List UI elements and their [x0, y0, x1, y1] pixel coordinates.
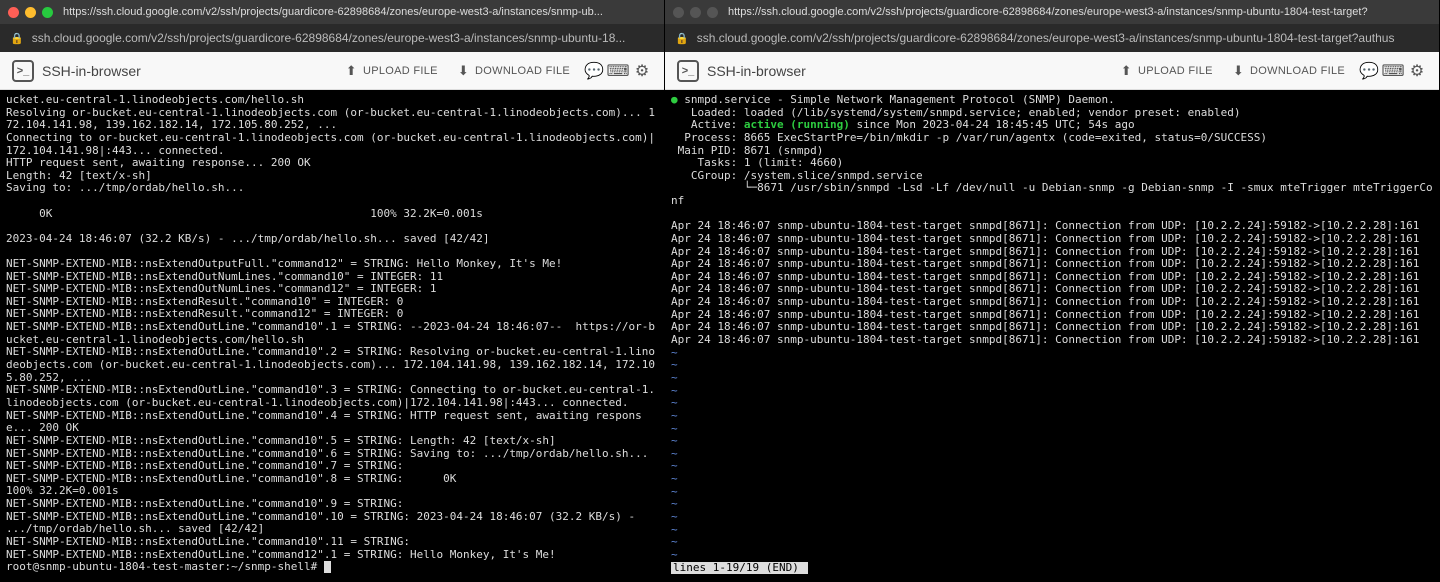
upload-icon: ⬆ [1121, 63, 1132, 79]
address-url: ssh.cloud.google.com/v2/ssh/projects/gua… [697, 31, 1429, 45]
download-icon: ⬇ [1233, 63, 1244, 79]
upload-label: UPLOAD FILE [1138, 65, 1213, 77]
browser-address-bar[interactable]: 🔒 ssh.cloud.google.com/v2/ssh/projects/g… [665, 24, 1439, 52]
upload-file-button[interactable]: ⬆ UPLOAD FILE [336, 59, 448, 83]
terminal-line: Connecting to or-bucket.eu-central-1.lin… [6, 132, 658, 157]
terminal-line: NET-SNMP-EXTEND-MIB::nsExtendOutLine."co… [6, 511, 658, 536]
log-line: Apr 24 18:46:07 snmp-ubuntu-1804-test-ta… [671, 220, 1433, 233]
pager-empty-line: ~ [671, 397, 1433, 410]
terminal-line: NET-SNMP-EXTEND-MIB::nsExtendOutLine."co… [6, 384, 658, 409]
log-line: Apr 24 18:46:07 snmp-ubuntu-1804-test-ta… [671, 296, 1433, 309]
right-window: https://ssh.cloud.google.com/v2/ssh/proj… [665, 0, 1440, 582]
pager-empty-line: ~ [671, 385, 1433, 398]
pager-empty-line: ~ [671, 359, 1433, 372]
terminal-line: NET-SNMP-EXTEND-MIB::nsExtendOutputFull.… [6, 258, 658, 271]
browser-address-bar[interactable]: 🔒 ssh.cloud.google.com/v2/ssh/projects/g… [0, 24, 664, 52]
download-icon: ⬇ [458, 63, 469, 79]
pager-empty-line: ~ [671, 511, 1433, 524]
terminal-left[interactable]: ucket.eu-central-1.linodeobjects.com/hel… [0, 90, 664, 582]
feedback-icon[interactable]: 💬 [1359, 61, 1379, 81]
maximize-window-button[interactable] [42, 7, 53, 18]
terminal-line: HTTP request sent, awaiting response... … [6, 157, 658, 170]
upload-icon: ⬆ [346, 63, 357, 79]
app-title: SSH-in-browser [42, 63, 141, 79]
settings-gear-icon[interactable]: ⚙ [632, 61, 652, 81]
ssh-toolbar: >_ SSH-in-browser ⬆ UPLOAD FILE ⬇ DOWNLO… [665, 52, 1439, 90]
window-title: https://ssh.cloud.google.com/v2/ssh/proj… [63, 6, 656, 18]
process-line: Process: 8665 ExecStartPre=/bin/mkdir -p… [671, 132, 1433, 145]
cgroup-child-line: └─8671 /usr/sbin/snmpd -Lsd -Lf /dev/nul… [671, 182, 1433, 207]
upload-label: UPLOAD FILE [363, 65, 438, 77]
app-title: SSH-in-browser [707, 63, 806, 79]
terminal-line: NET-SNMP-EXTEND-MIB::nsExtendOutLine."co… [6, 536, 658, 549]
traffic-lights [673, 7, 718, 18]
log-line: Apr 24 18:46:07 snmp-ubuntu-1804-test-ta… [671, 258, 1433, 271]
download-file-button[interactable]: ⬇ DOWNLOAD FILE [1223, 59, 1355, 83]
close-window-button[interactable] [673, 7, 684, 18]
upload-file-button[interactable]: ⬆ UPLOAD FILE [1111, 59, 1223, 83]
terminal-line: NET-SNMP-EXTEND-MIB::nsExtendOutLine."co… [6, 498, 658, 511]
left-window: https://ssh.cloud.google.com/v2/ssh/proj… [0, 0, 665, 582]
terminal-line: NET-SNMP-EXTEND-MIB::nsExtendOutLine."co… [6, 435, 658, 448]
terminal-line: 0K 100% 32.2K=0.001s [6, 208, 658, 221]
feedback-icon[interactable]: 💬 [584, 61, 604, 81]
titlebar-left: https://ssh.cloud.google.com/v2/ssh/proj… [0, 0, 664, 24]
tasks-line: Tasks: 1 (limit: 4660) [671, 157, 1433, 170]
lock-icon: 🔒 [675, 32, 689, 45]
traffic-lights [8, 7, 53, 18]
terminal-right[interactable]: ● snmpd.service - Simple Network Managem… [665, 90, 1439, 582]
titlebar-right: https://ssh.cloud.google.com/v2/ssh/proj… [665, 0, 1439, 24]
terminal-line: NET-SNMP-EXTEND-MIB::nsExtendOutLine."co… [6, 473, 658, 498]
pager-empty-line: ~ [671, 524, 1433, 537]
terminal-line [6, 195, 658, 208]
terminal-line: NET-SNMP-EXTEND-MIB::nsExtendOutNumLines… [6, 283, 658, 296]
keyboard-icon[interactable]: ⌨ [1383, 61, 1403, 81]
close-window-button[interactable] [8, 7, 19, 18]
pager-empty-line: ~ [671, 372, 1433, 385]
pager-empty-line: ~ [671, 460, 1433, 473]
minimize-window-button[interactable] [25, 7, 36, 18]
pager-empty-line: ~ [671, 549, 1433, 562]
log-line: Apr 24 18:46:07 snmp-ubuntu-1804-test-ta… [671, 233, 1433, 246]
terminal-line: Saving to: .../tmp/ordab/hello.sh... [6, 182, 658, 195]
ssh-toolbar: >_ SSH-in-browser ⬆ UPLOAD FILE ⬇ DOWNLO… [0, 52, 664, 90]
terminal-line [6, 220, 658, 233]
terminal-line: NET-SNMP-EXTEND-MIB::nsExtendOutLine."co… [6, 410, 658, 435]
address-url: ssh.cloud.google.com/v2/ssh/projects/gua… [32, 31, 654, 45]
service-header: ● snmpd.service - Simple Network Managem… [671, 94, 1433, 107]
log-line: Apr 24 18:46:07 snmp-ubuntu-1804-test-ta… [671, 334, 1433, 347]
pager-empty-line: ~ [671, 498, 1433, 511]
terminal-line: Resolving or-bucket.eu-central-1.linodeo… [6, 107, 658, 132]
cursor [801, 562, 808, 574]
pager-empty-line: ~ [671, 435, 1433, 448]
terminal-line: NET-SNMP-EXTEND-MIB::nsExtendOutLine."co… [6, 321, 658, 346]
terminal-line: ucket.eu-central-1.linodeobjects.com/hel… [6, 94, 658, 107]
download-label: DOWNLOAD FILE [1250, 65, 1345, 77]
pager-empty-line: ~ [671, 423, 1433, 436]
pager-empty-line: ~ [671, 347, 1433, 360]
ssh-logo-icon: >_ [12, 60, 34, 82]
terminal-line: NET-SNMP-EXTEND-MIB::nsExtendOutLine."co… [6, 460, 658, 473]
pager-empty-line: ~ [671, 486, 1433, 499]
pager-status: lines 1-19/19 (END) [671, 562, 1433, 575]
pager-empty-line: ~ [671, 536, 1433, 549]
keyboard-icon[interactable]: ⌨ [608, 61, 628, 81]
app-logo: >_ SSH-in-browser [677, 60, 806, 82]
pager-empty-line: ~ [671, 410, 1433, 423]
terminal-line: NET-SNMP-EXTEND-MIB::nsExtendOutLine."co… [6, 346, 658, 384]
window-title: https://ssh.cloud.google.com/v2/ssh/proj… [728, 6, 1431, 18]
download-file-button[interactable]: ⬇ DOWNLOAD FILE [448, 59, 580, 83]
pager-empty-line: ~ [671, 448, 1433, 461]
terminal-line: 2023-04-24 18:46:07 (32.2 KB/s) - .../tm… [6, 233, 658, 246]
lock-icon: 🔒 [10, 32, 24, 45]
maximize-window-button[interactable] [707, 7, 718, 18]
pager-empty-line: ~ [671, 473, 1433, 486]
cursor [324, 561, 331, 573]
download-label: DOWNLOAD FILE [475, 65, 570, 77]
ssh-logo-icon: >_ [677, 60, 699, 82]
shell-prompt[interactable]: root@snmp-ubuntu-1804-test-master:~/snmp… [6, 561, 658, 574]
app-logo: >_ SSH-in-browser [12, 60, 141, 82]
settings-gear-icon[interactable]: ⚙ [1407, 61, 1427, 81]
minimize-window-button[interactable] [690, 7, 701, 18]
